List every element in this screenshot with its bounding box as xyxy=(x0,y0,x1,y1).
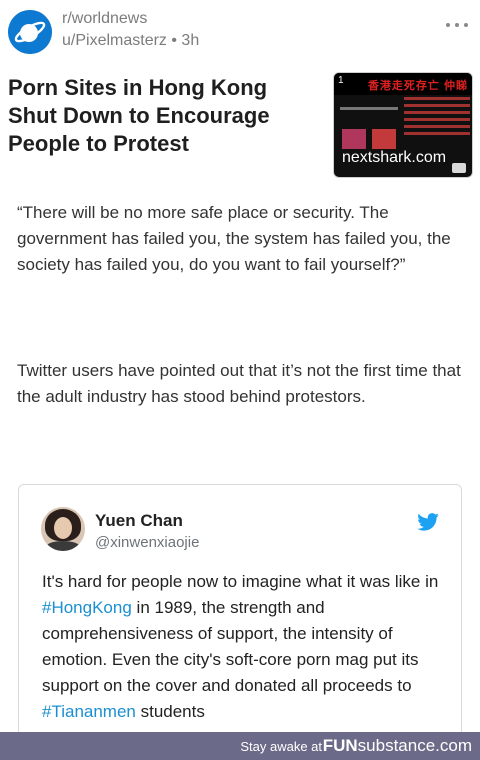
more-dots-icon[interactable] xyxy=(446,20,468,30)
thumbnail-photo xyxy=(342,129,366,149)
hashtag-link[interactable]: #HongKong xyxy=(42,598,132,617)
post-body-quote: “There will be no more safe place or sec… xyxy=(17,203,451,274)
embedded-tweet[interactable]: Yuen Chan @xinwenxiaojie It's hard for p… xyxy=(18,484,462,744)
thumbnail-photo xyxy=(372,129,396,149)
hashtag-link[interactable]: #Tiananmen xyxy=(42,702,136,721)
tweet-author-handle[interactable]: @xinwenxiaojie xyxy=(95,534,199,551)
post-body-paragraph: Twitter users have pointed out that it’s… xyxy=(17,361,461,406)
post-title[interactable]: Porn Sites in Hong Kong Shut Down to Enc… xyxy=(8,74,308,158)
watermark-footer: Stay awake at FUNsubstance.com xyxy=(0,732,480,760)
thumbnail-text-line xyxy=(340,107,398,110)
thumbnail-text-block xyxy=(404,97,470,139)
thumbnail-domain: nextshark.com xyxy=(342,149,447,166)
post-author-time[interactable]: u/Pixelmasterz • 3h xyxy=(62,32,199,50)
post-header: r/worldnews u/Pixelmasterz • 3h xyxy=(0,0,480,68)
tweet-author-name[interactable]: Yuen Chan xyxy=(95,511,183,531)
footer-brand-logo: FUNsubstance.com xyxy=(322,736,472,755)
external-link-icon xyxy=(452,163,466,173)
thumbnail-headline: 香港走死存亡 仲睇 xyxy=(367,80,468,92)
avatar[interactable] xyxy=(41,507,85,551)
subreddit-name[interactable]: r/worldnews xyxy=(62,10,147,28)
subreddit-planet-icon[interactable] xyxy=(8,10,52,54)
tweet-text: It's hard for people now to imagine what… xyxy=(42,572,439,721)
thumbnail-number: 1 xyxy=(338,75,344,86)
twitter-bird-icon[interactable] xyxy=(417,513,439,531)
footer-tagline: Stay awake at xyxy=(240,739,322,754)
link-thumbnail[interactable]: 1 香港走死存亡 仲睇 nextshark.com xyxy=(333,72,473,178)
